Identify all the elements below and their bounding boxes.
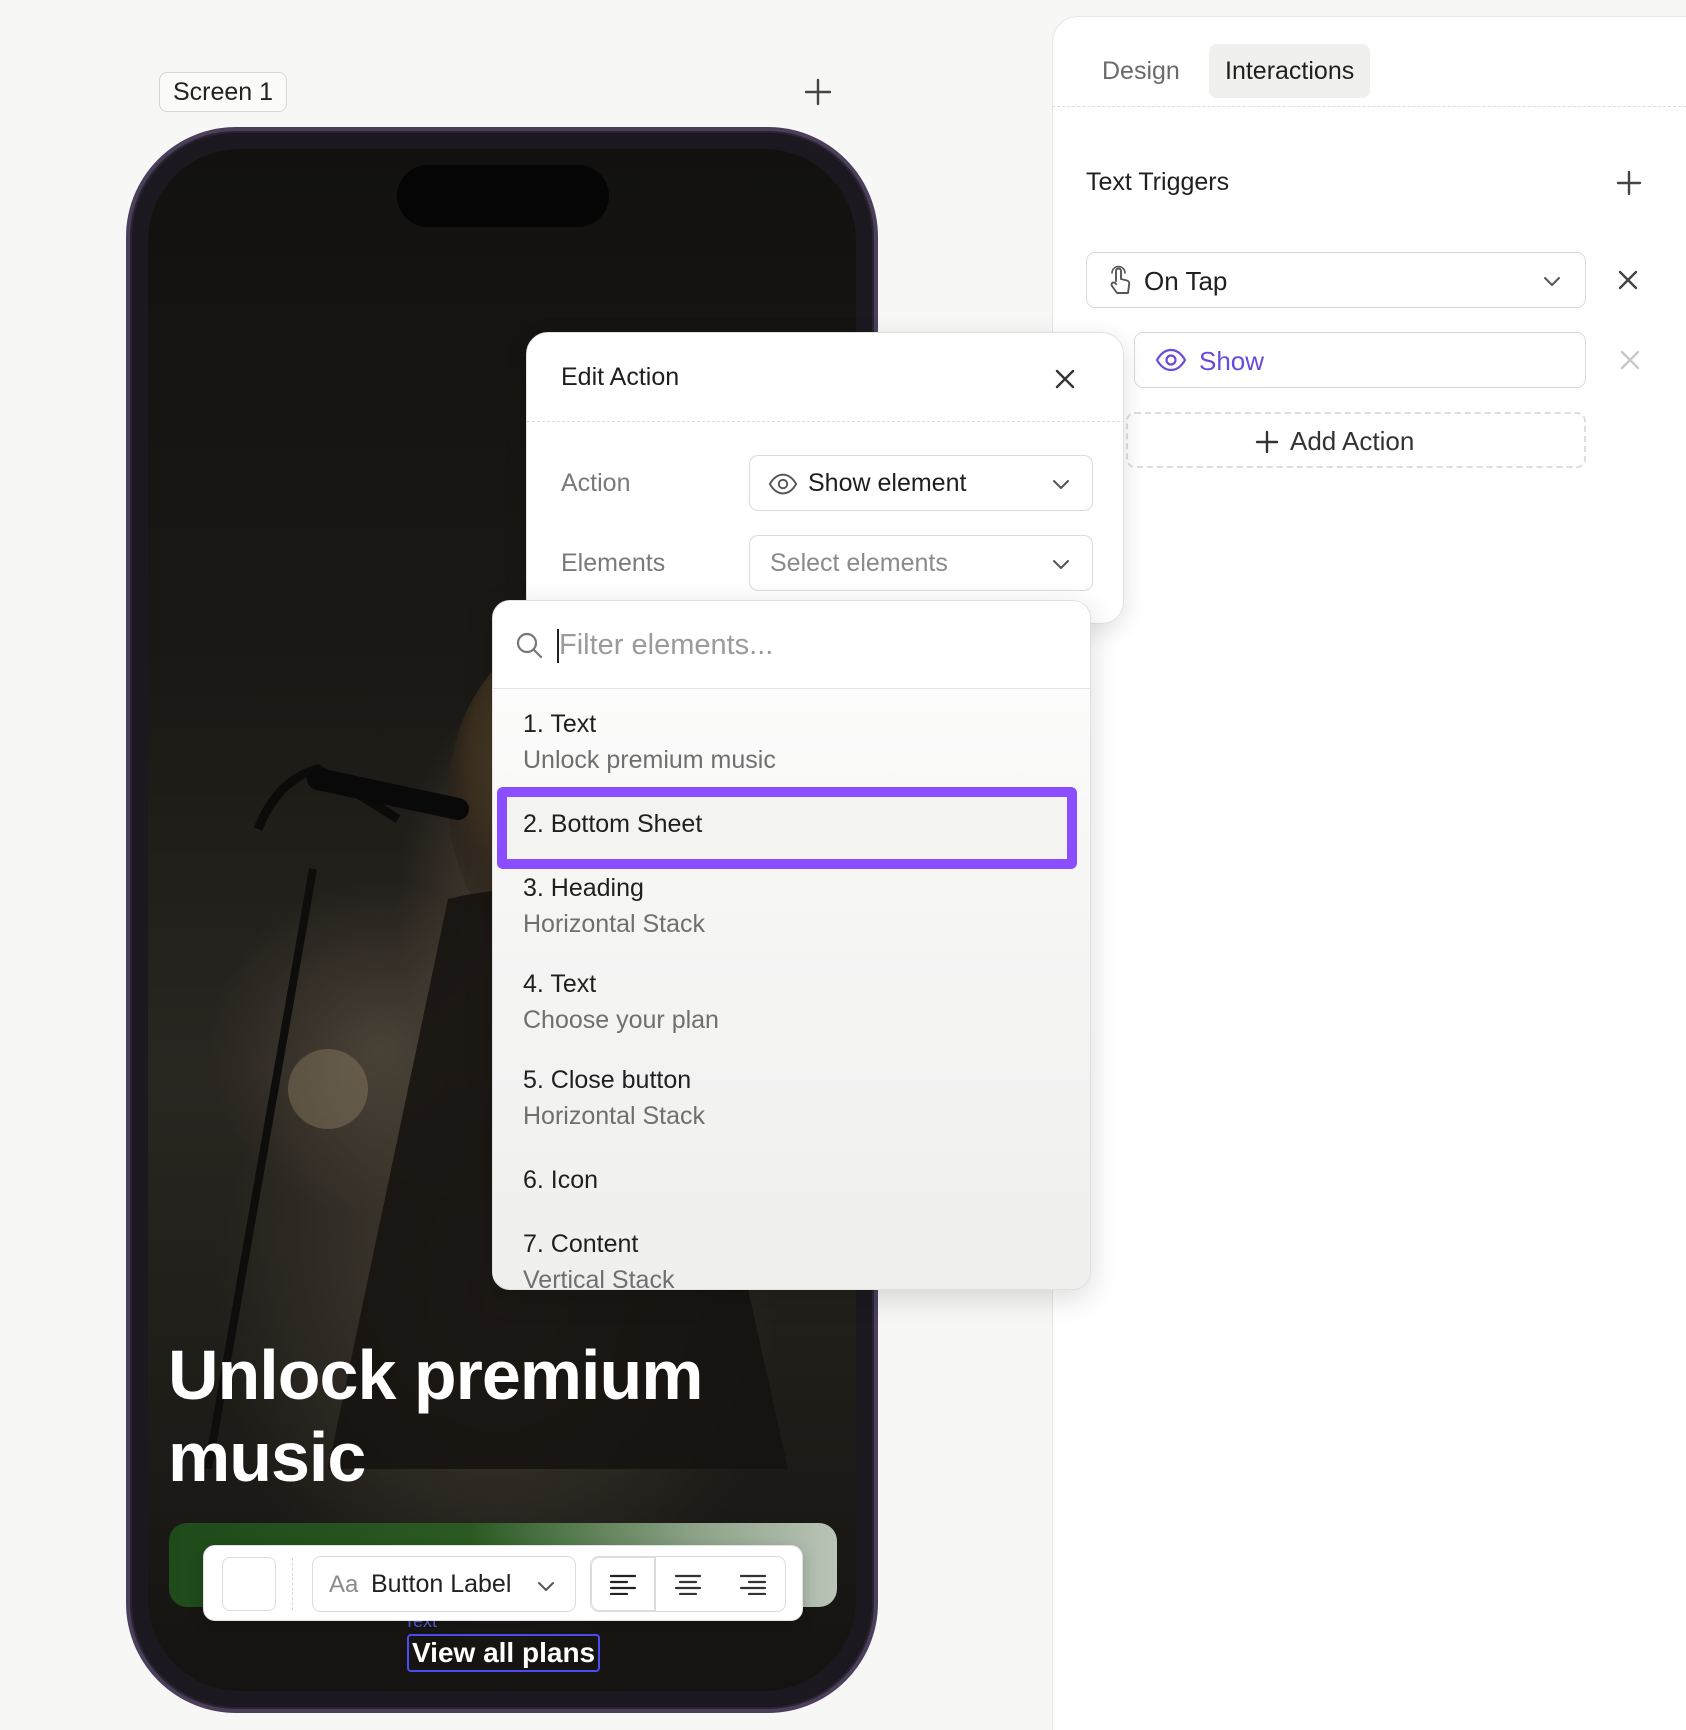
text-style-label: Button Label <box>371 1570 512 1598</box>
add-screen-icon[interactable] <box>800 74 836 110</box>
filter-elements-input[interactable] <box>559 623 1059 667</box>
text-triggers-title: Text Triggers <box>1086 168 1230 196</box>
align-center-icon <box>674 1574 702 1595</box>
option-title: 3. Heading <box>523 874 644 902</box>
option-subtitle: Choose your plan <box>523 1006 719 1034</box>
chevron-down-icon <box>1050 553 1072 575</box>
hero-title[interactable]: Unlock premium music <box>168 1334 788 1498</box>
element-option[interactable]: 4. Text Choose your plan <box>523 969 719 1035</box>
eye-icon <box>1155 348 1187 372</box>
add-action-label: Add Action <box>1290 426 1415 456</box>
tap-hand-icon <box>1105 265 1135 297</box>
action-select-value: Show element <box>808 469 967 497</box>
text-style-select[interactable]: Aa Button Label <box>312 1556 576 1612</box>
close-icon[interactable] <box>1051 365 1079 393</box>
toolbar-divider <box>292 1558 293 1610</box>
element-option[interactable]: 6. Icon <box>523 1165 598 1195</box>
screen-label[interactable]: Screen 1 <box>159 72 288 112</box>
edit-action-modal: Edit Action Action Show element Elements… <box>526 332 1125 624</box>
option-title: 4. Text <box>523 970 597 998</box>
chevron-down-icon <box>1541 270 1563 292</box>
element-option-selected[interactable]: 2. Bottom Sheet <box>523 809 702 839</box>
color-swatch[interactable] <box>222 1557 276 1611</box>
option-subtitle: Horizontal Stack <box>523 1102 706 1130</box>
tab-interactions[interactable]: Interactions <box>1209 44 1371 98</box>
font-style-icon: Aa <box>329 1571 359 1598</box>
action-field-label: Action <box>561 469 631 497</box>
element-option[interactable]: 5. Close button Horizontal Stack <box>523 1065 705 1131</box>
element-option[interactable]: 1. Text Unlock premium music <box>523 709 776 775</box>
option-subtitle: Unlock premium music <box>523 746 776 774</box>
remove-trigger-close-icon[interactable] <box>1614 266 1642 294</box>
add-action-button[interactable]: Add Action <box>1126 412 1586 468</box>
text-format-toolbar: Aa Button Label <box>203 1545 803 1621</box>
action-select[interactable]: Show element <box>749 455 1093 511</box>
option-title: 1. Text <box>523 710 597 738</box>
search-icon <box>513 629 545 661</box>
element-option[interactable]: 7. Content Vertical Stack <box>523 1229 675 1290</box>
option-subtitle: Horizontal Stack <box>523 910 706 938</box>
text-align-group <box>590 1556 786 1612</box>
modal-divider <box>527 421 1125 422</box>
elements-dropdown: 1. Text Unlock premium music 2. Bottom S… <box>492 600 1091 1290</box>
element-option[interactable]: 3. Heading Horizontal Stack <box>523 873 705 939</box>
elements-field-label: Elements <box>561 549 666 577</box>
trigger-label: On Tap <box>1144 266 1228 296</box>
option-title: 6. Icon <box>523 1166 599 1194</box>
action-label: Show <box>1199 346 1265 376</box>
eye-icon <box>768 472 798 496</box>
option-title: 7. Content <box>523 1230 639 1258</box>
align-center-button[interactable] <box>656 1557 721 1611</box>
view-all-plans-link[interactable]: View all plans <box>407 1634 601 1672</box>
plus-icon <box>1255 430 1279 453</box>
tabs-divider <box>1052 106 1686 107</box>
tab-design[interactable]: Design <box>1086 44 1196 98</box>
chevron-down-icon <box>1050 473 1072 495</box>
remove-action-close-icon[interactable] <box>1616 346 1644 374</box>
modal-title: Edit Action <box>561 363 680 391</box>
chevron-down-icon <box>535 1575 557 1597</box>
dynamic-island <box>397 165 609 227</box>
elements-select[interactable]: Select elements <box>749 535 1093 591</box>
option-title: 2. Bottom Sheet <box>523 810 703 838</box>
option-title: 5. Close button <box>523 1066 692 1094</box>
align-left-icon <box>609 1574 636 1595</box>
align-left-button[interactable] <box>591 1557 656 1611</box>
add-trigger-icon[interactable] <box>1614 168 1644 198</box>
elements-select-placeholder: Select elements <box>770 549 948 577</box>
trigger-select[interactable]: On Tap <box>1086 252 1586 308</box>
align-right-icon <box>739 1574 766 1595</box>
filter-bar <box>493 601 1090 689</box>
align-right-button[interactable] <box>720 1557 785 1611</box>
action-item-show[interactable]: Show <box>1134 332 1586 388</box>
option-subtitle: Vertical Stack <box>523 1266 675 1290</box>
